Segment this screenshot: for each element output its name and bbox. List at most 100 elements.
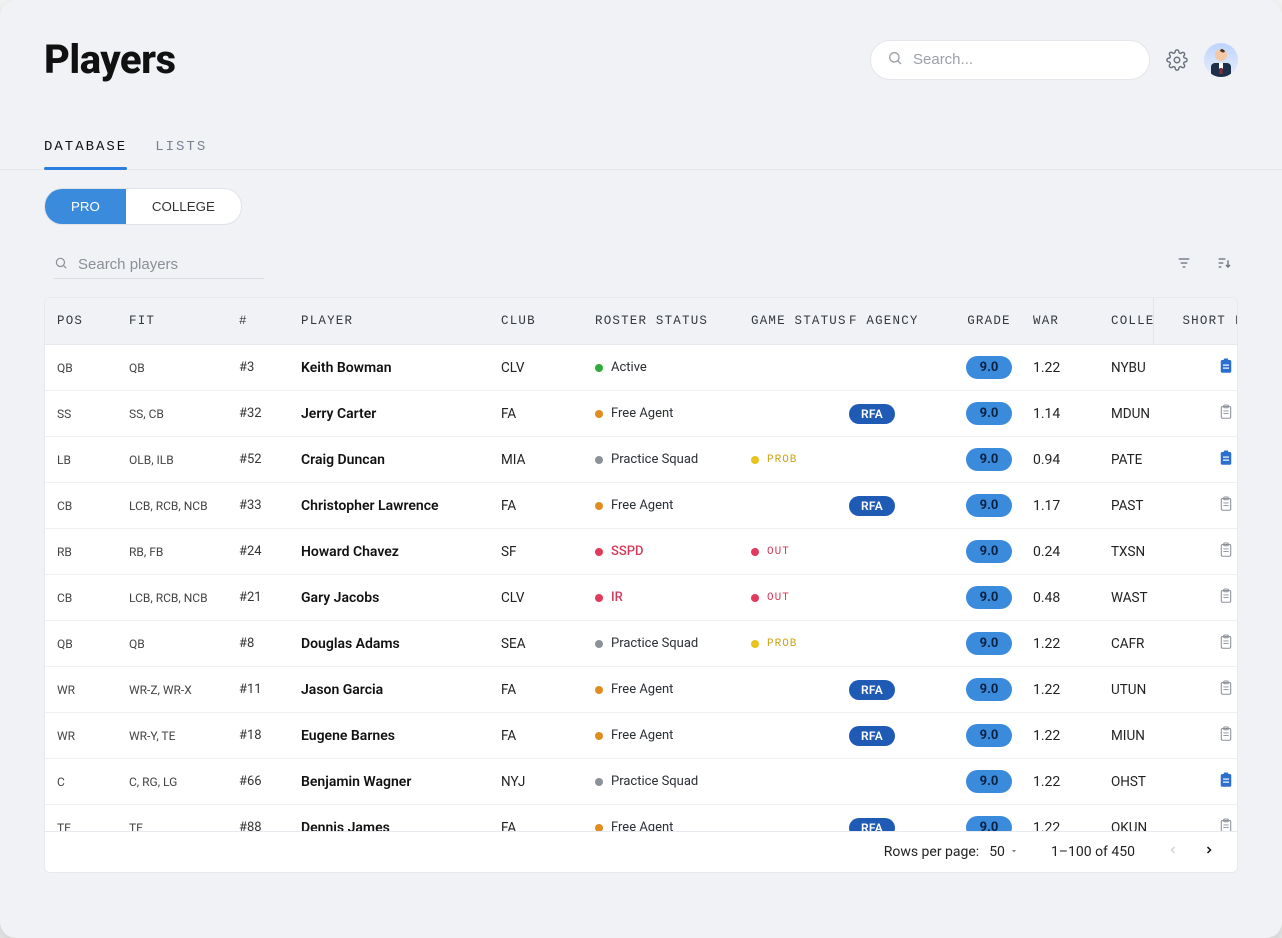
cell-player[interactable]: Keith Bowman — [301, 360, 501, 376]
segment-college[interactable]: COLLEGE — [126, 189, 241, 224]
cell-fit: C, RG, LG — [129, 775, 239, 789]
cell-college: CAFR — [1111, 636, 1179, 652]
cell-war: 1.22 — [1033, 360, 1111, 376]
cell-num: #33 — [239, 498, 301, 513]
cell-roster: Practice Squad — [595, 636, 751, 651]
cell-player[interactable]: Jerry Carter — [301, 406, 501, 422]
avatar[interactable] — [1204, 43, 1238, 77]
status-dot-icon — [595, 686, 603, 694]
gear-icon[interactable] — [1166, 49, 1188, 71]
cell-club: NYJ — [501, 774, 595, 790]
status-dot-icon — [595, 548, 603, 556]
col-college[interactable]: COLLE — [1111, 314, 1179, 328]
col-pos[interactable]: POS — [57, 314, 129, 328]
tab-lists[interactable]: LISTS — [155, 139, 207, 169]
cell-player[interactable]: Craig Duncan — [301, 452, 501, 468]
roster-status-label: Practice Squad — [611, 452, 698, 467]
cell-grade: 9.0 — [945, 494, 1033, 517]
table-row[interactable]: C C, RG, LG #66 Benjamin Wagner NYJ Prac… — [45, 759, 1237, 805]
topbar-right — [870, 40, 1238, 80]
table-row[interactable]: RB RB, FB #24 Howard Chavez SF SSPD OUT … — [45, 529, 1237, 575]
cell-roster: Free Agent — [595, 498, 751, 513]
col-game[interactable]: GAME STATUS — [751, 314, 849, 328]
grade-badge: 9.0 — [966, 678, 1013, 701]
shortlist-toggle[interactable] — [1179, 770, 1237, 794]
shortlist-toggle[interactable] — [1179, 402, 1237, 426]
cell-college: MIUN — [1111, 728, 1179, 744]
local-search[interactable] — [54, 251, 264, 279]
pager-next[interactable] — [1203, 844, 1215, 860]
global-search[interactable] — [870, 40, 1150, 80]
status-dot-icon — [595, 456, 603, 464]
shortlist-toggle[interactable] — [1179, 678, 1237, 702]
agency-badge: RFA — [849, 496, 895, 516]
cell-num: #3 — [239, 360, 301, 375]
cell-player[interactable]: Douglas Adams — [301, 636, 501, 652]
search-icon — [887, 50, 903, 70]
cell-player[interactable]: Christopher Lawrence — [301, 498, 501, 514]
rows-per-page-select[interactable]: 50 — [989, 844, 1019, 860]
shortlist-toggle[interactable] — [1179, 586, 1237, 610]
cell-player[interactable]: Jason Garcia — [301, 682, 501, 698]
pager-prev[interactable] — [1167, 844, 1179, 860]
table-row[interactable]: LB OLB, ILB #52 Craig Duncan MIA Practic… — [45, 437, 1237, 483]
shortlist-toggle[interactable] — [1179, 448, 1237, 472]
col-grade[interactable]: GRADE — [945, 314, 1033, 328]
table-row[interactable]: WR WR-Z, WR-X #11 Jason Garcia FA Free A… — [45, 667, 1237, 713]
col-num[interactable]: # — [239, 314, 301, 328]
grade-badge: 9.0 — [966, 770, 1013, 793]
status-dot-icon — [751, 594, 759, 602]
table-row[interactable]: SS SS, CB #32 Jerry Carter FA Free Agent… — [45, 391, 1237, 437]
cell-roster: Free Agent — [595, 728, 751, 743]
global-search-input[interactable] — [913, 51, 1133, 68]
cell-college: PATE — [1111, 452, 1179, 468]
col-roster[interactable]: ROSTER STATUS — [595, 314, 751, 328]
segment-pro[interactable]: PRO — [45, 189, 126, 224]
table-row[interactable]: CB LCB, RCB, NCB #33 Christopher Lawrenc… — [45, 483, 1237, 529]
cell-fit: RB, FB — [129, 545, 239, 559]
cell-grade: 9.0 — [945, 770, 1033, 793]
col-shortlist[interactable]: SHORT LIST — [1179, 314, 1238, 328]
shortlist-toggle[interactable] — [1179, 494, 1237, 518]
status-dot-icon — [751, 456, 759, 464]
game-status-label: OUT — [767, 546, 790, 558]
col-player[interactable]: PLAYER — [301, 314, 501, 328]
cell-player[interactable]: Benjamin Wagner — [301, 774, 501, 790]
cell-player[interactable]: Howard Chavez — [301, 544, 501, 560]
status-dot-icon — [595, 640, 603, 648]
table-row[interactable]: QB QB #8 Douglas Adams SEA Practice Squa… — [45, 621, 1237, 667]
cell-pos: QB — [57, 637, 129, 651]
cell-college: OHST — [1111, 774, 1179, 790]
col-agency[interactable]: F AGENCY — [849, 314, 945, 328]
clipboard-icon — [1217, 540, 1235, 564]
local-search-input[interactable] — [78, 256, 277, 273]
cell-club: FA — [501, 498, 595, 514]
table-body: QB QB #3 Keith Bowman CLV Active 9.0 1.2… — [45, 345, 1237, 872]
col-war[interactable]: WAR — [1033, 314, 1111, 328]
cell-player[interactable]: Gary Jacobs — [301, 590, 501, 606]
clipboard-icon — [1217, 724, 1235, 748]
col-club[interactable]: CLUB — [501, 314, 595, 328]
tab-database[interactable]: DATABASE — [44, 139, 127, 169]
cell-college: UTUN — [1111, 682, 1179, 698]
page-title: Players — [44, 36, 176, 83]
table-row[interactable]: CB LCB, RCB, NCB #21 Gary Jacobs CLV IR … — [45, 575, 1237, 621]
roster-status-label: IR — [611, 590, 623, 605]
roster-status-label: Active — [611, 360, 647, 375]
segment-control: PRO COLLEGE — [44, 188, 242, 225]
cell-player[interactable]: Eugene Barnes — [301, 728, 501, 744]
filter-icon[interactable] — [1176, 255, 1192, 275]
roster-status-label: Practice Squad — [611, 636, 698, 651]
shortlist-toggle[interactable] — [1179, 540, 1237, 564]
shortlist-toggle[interactable] — [1179, 724, 1237, 748]
grade-badge: 9.0 — [966, 632, 1013, 655]
cell-pos: SS — [57, 407, 129, 421]
shortlist-toggle[interactable] — [1179, 632, 1237, 656]
status-dot-icon — [595, 778, 603, 786]
table-row[interactable]: QB QB #3 Keith Bowman CLV Active 9.0 1.2… — [45, 345, 1237, 391]
shortlist-toggle[interactable] — [1179, 356, 1237, 380]
col-fit[interactable]: FIT — [129, 314, 239, 328]
header-divider — [1153, 298, 1154, 344]
table-row[interactable]: WR WR-Y, TE #18 Eugene Barnes FA Free Ag… — [45, 713, 1237, 759]
sort-icon[interactable] — [1216, 255, 1232, 275]
